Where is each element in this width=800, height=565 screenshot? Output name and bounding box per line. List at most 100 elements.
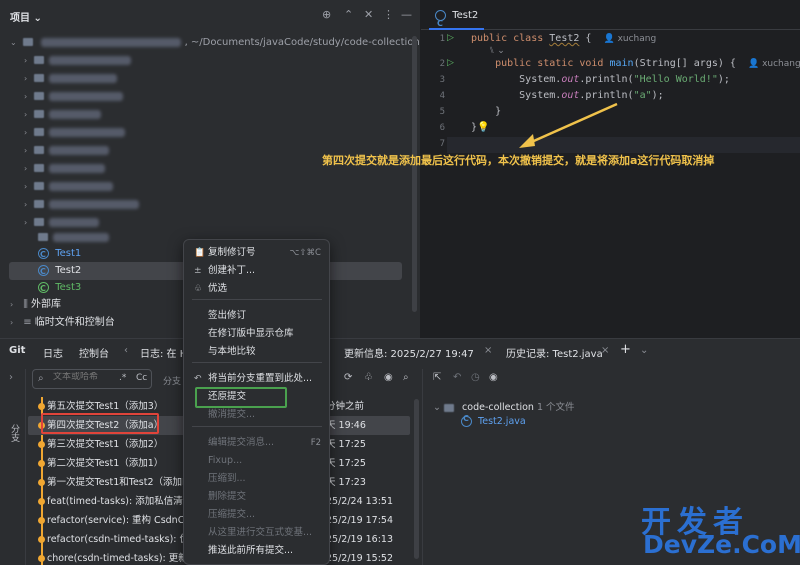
context-menu-item[interactable]: 压缩到...: [184, 470, 329, 488]
locate-icon[interactable]: ⊕: [322, 8, 331, 21]
refresh-icon[interactable]: ⟳: [344, 372, 352, 383]
library-icon: ⫼: [23, 299, 28, 310]
highlight-red-box: [41, 413, 159, 434]
context-menu-item[interactable]: 推送此前所有提交...: [184, 542, 329, 560]
tree-folder[interactable]: ›: [0, 52, 410, 70]
menu-item-label: 将当前分支重置到此处...: [208, 373, 313, 384]
tab-console[interactable]: 控制台: [79, 345, 109, 360]
tab-log[interactable]: 日志: [43, 345, 63, 360]
line-number: 6: [439, 123, 445, 133]
add-tab-icon[interactable]: +: [620, 342, 631, 357]
search-icon[interactable]: ⌕: [403, 372, 409, 383]
expand-icon[interactable]: ›: [9, 372, 13, 383]
tree-folder[interactable]: ›: [0, 88, 410, 106]
tree-folder[interactable]: ›: [0, 178, 410, 196]
context-menu-item[interactable]: 编辑提交消息... F2: [184, 434, 329, 452]
line-number: 4: [439, 91, 445, 101]
tab-update-info[interactable]: 更新信息: 2025/2/27 19:47: [344, 345, 474, 360]
code-line-6[interactable]: }💡: [471, 122, 489, 133]
line-number: 2: [439, 59, 445, 69]
line-number: 7: [439, 139, 445, 149]
line-number: 3: [439, 75, 445, 85]
context-menu-item[interactable]: ± 创建补丁...: [184, 262, 329, 280]
context-menu-item[interactable]: 从这里进行交互式变基...: [184, 524, 329, 542]
project-title[interactable]: 项目 ⌄: [10, 9, 42, 24]
commit-dot: [38, 441, 45, 448]
context-menu-item[interactable]: 在修订版中显示仓库: [184, 325, 329, 343]
code-line-2[interactable]: public static void main(String[] args) {…: [471, 58, 800, 69]
cherry-pick-icon[interactable]: ♧: [364, 372, 373, 383]
context-menu-item[interactable]: Fixup...: [184, 452, 329, 470]
highlight-green-box: [195, 387, 287, 408]
code-line-1[interactable]: public class Test2 { 👤 xuchang: [471, 33, 656, 44]
scratches-label: 临时文件和控制台: [34, 317, 115, 328]
regex-toggle[interactable]: .*: [119, 373, 126, 383]
tab-history[interactable]: 历史记录: Test2.java: [506, 345, 603, 360]
case-toggle[interactable]: Cc: [136, 373, 147, 383]
eye-icon[interactable]: ◉: [384, 372, 393, 383]
context-menu-item[interactable]: 签出修订: [184, 307, 329, 325]
context-menu-item[interactable]: 📋 复制修订号 ⌥⇧⌘C: [184, 244, 329, 262]
search-input[interactable]: [53, 372, 113, 382]
tree-folder[interactable]: ›: [0, 106, 410, 124]
tab-separator: ‹: [124, 345, 128, 356]
editor-tab-test2[interactable]: Test2: [429, 0, 485, 40]
commit-dot: [38, 555, 45, 562]
tree-root[interactable]: ⌄ , ~/Documents/javaCode/study/code-coll…: [0, 34, 420, 52]
project-header: 项目 ⌄ ⊕ ⌃ ✕ ⋮ —: [0, 0, 420, 30]
run-icon[interactable]: ▷: [447, 58, 454, 68]
folder-icon: [23, 38, 34, 46]
tree-folder[interactable]: ›: [0, 124, 410, 142]
commit-dot: [38, 479, 45, 486]
menu-item-label: 与本地比较: [208, 346, 256, 357]
eye-icon[interactable]: ◉: [489, 372, 498, 383]
tree-folder[interactable]: ›: [0, 70, 410, 88]
current-line-highlight: [447, 137, 800, 153]
commit-dot: [38, 517, 45, 524]
collapse-icon[interactable]: ✕: [364, 8, 373, 21]
code-line-5[interactable]: }: [471, 106, 501, 117]
diff-icon[interactable]: ⇱: [433, 372, 441, 383]
expand-icon[interactable]: ⌃: [344, 8, 353, 21]
project-scrollbar[interactable]: [412, 36, 417, 312]
menu-item-label: Fixup...: [208, 455, 243, 466]
menu-item-icon: ♧: [194, 284, 203, 294]
usages-hint[interactable]: ⑊ ⌄: [489, 46, 505, 56]
code-line-3[interactable]: System.out.println("Hello World!");: [471, 74, 730, 85]
context-menu-item[interactable]: 与本地比较: [184, 343, 329, 361]
branch-filter[interactable]: 分支: [163, 374, 181, 387]
menu-item-label: 在修订版中显示仓库: [208, 328, 294, 339]
close-icon[interactable]: ×: [484, 345, 492, 356]
menu-item-label: 从这里进行交互式变基...: [208, 527, 313, 538]
changes-file[interactable]: Test2.java: [461, 414, 526, 427]
run-icon[interactable]: ▷: [447, 33, 454, 43]
context-menu-item[interactable]: 撤消提交...: [184, 406, 329, 424]
hide-icon[interactable]: —: [401, 8, 412, 21]
line-number: 1: [439, 34, 445, 44]
tab-git[interactable]: Git: [9, 345, 25, 356]
commit-dot: [38, 536, 45, 543]
commit-dot: [38, 498, 45, 505]
external-libs-label: 外部库: [30, 299, 61, 310]
chevron-down-icon[interactable]: ⌄: [640, 345, 648, 356]
tab-log-in[interactable]: 日志: 在 H: [140, 345, 187, 360]
context-menu-item[interactable]: 压缩提交...: [184, 506, 329, 524]
undo-icon[interactable]: ↶: [453, 372, 461, 383]
context-menu-item[interactable]: 删除提交: [184, 488, 329, 506]
context-menu-item[interactable]: ♧ 优选: [184, 280, 329, 298]
file-name: Test2: [55, 265, 82, 276]
close-icon[interactable]: ×: [601, 345, 609, 356]
tree-folder[interactable]: ›: [0, 196, 410, 214]
context-menu-item[interactable]: ↶ 将当前分支重置到此处...: [184, 370, 329, 388]
more-icon[interactable]: ⋮: [383, 8, 394, 21]
commit-list-scrollbar[interactable]: [414, 399, 419, 559]
lightbulb-icon[interactable]: 💡: [477, 122, 489, 133]
scratches-icon: ≡: [23, 317, 32, 328]
history-icon[interactable]: ◷: [471, 372, 480, 383]
menu-item-label: 推送此前所有提交...: [208, 545, 294, 556]
changes-root[interactable]: ⌄ code-collection 1 个文件: [433, 399, 575, 413]
search-field[interactable]: ⌕ .* Cc: [32, 369, 152, 389]
folder-icon: [444, 403, 454, 412]
branches-label[interactable]: 分支: [8, 424, 21, 442]
java-class-icon: [38, 246, 49, 264]
